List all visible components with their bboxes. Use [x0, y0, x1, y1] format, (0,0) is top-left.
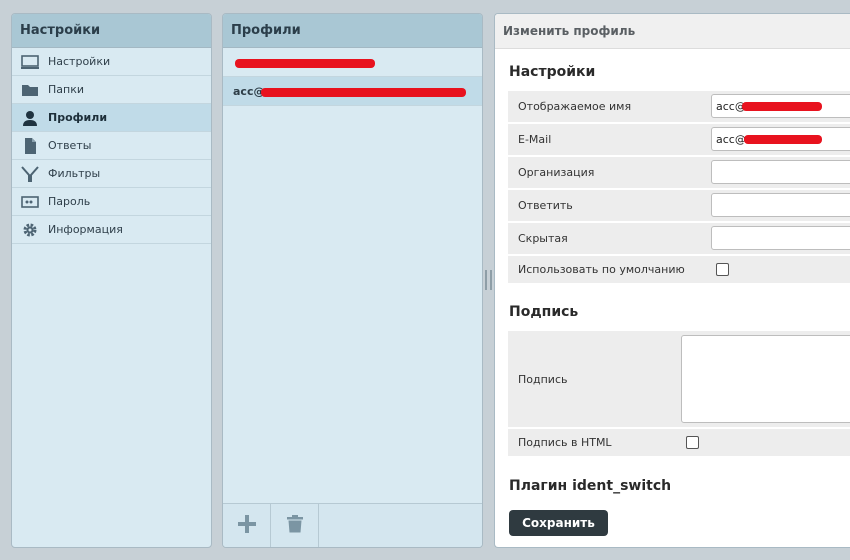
- organization-input[interactable]: [711, 160, 850, 184]
- delete-profile-button[interactable]: [271, 504, 319, 547]
- redaction-mark: [744, 135, 822, 144]
- default-row: Использовать по умолчанию: [508, 256, 850, 283]
- redaction-mark: [235, 59, 375, 68]
- password-icon: [20, 193, 40, 211]
- default-label: Использовать по умолчанию: [518, 263, 685, 276]
- nav-item-label: Профили: [48, 111, 108, 124]
- signature-textarea[interactable]: [681, 335, 850, 423]
- email-value: acc@: [716, 132, 746, 146]
- display-name-row: Отображаемое имя acc@: [508, 91, 850, 122]
- edit-profile-panel: Изменить профиль Настройки Отображаемое …: [494, 13, 850, 548]
- organization-label: Организация: [518, 166, 595, 179]
- nav-item-label: Папки: [48, 83, 84, 96]
- nav-item-folders[interactable]: Папки: [12, 76, 211, 104]
- profile-item[interactable]: [223, 48, 482, 77]
- computer-icon: [20, 53, 40, 71]
- plus-icon: [237, 515, 256, 537]
- nav-item-label: Ответы: [48, 139, 92, 152]
- bcc-row: Скрытая: [508, 223, 850, 254]
- display-name-input[interactable]: acc@: [711, 94, 850, 118]
- nav-item-label: Информация: [48, 223, 123, 236]
- nav-item-label: Пароль: [48, 195, 91, 208]
- document-icon: [20, 137, 40, 155]
- settings-nav-list: Настройки Папки Профили Ответы Фильтры П…: [12, 48, 211, 244]
- signature-row: Подпись: [508, 331, 850, 427]
- settings-panel-title: Настройки: [12, 14, 211, 48]
- html-signature-checkbox[interactable]: [686, 436, 699, 449]
- plugin-section-title: Плагин ident_switch: [509, 478, 672, 494]
- redaction-mark: [261, 88, 466, 97]
- email-label: E-Mail: [518, 133, 552, 146]
- edit-panel-title: Изменить профиль: [495, 14, 850, 49]
- signature-label: Подпись: [518, 372, 568, 386]
- profiles-toolbar: [223, 503, 482, 547]
- default-checkbox[interactable]: [716, 263, 729, 276]
- nav-item-profiles[interactable]: Профили: [12, 104, 211, 132]
- panel-splitter[interactable]: [485, 270, 492, 290]
- html-signature-label: Подпись в HTML: [518, 436, 612, 449]
- profile-item[interactable]: acc@: [223, 77, 482, 106]
- trash-icon: [286, 515, 303, 537]
- gear-icon: [20, 221, 40, 239]
- redaction-mark: [742, 102, 822, 111]
- nav-item-settings[interactable]: Настройки: [12, 48, 211, 76]
- profiles-panel-title: Профили: [223, 14, 482, 48]
- bcc-input[interactable]: [711, 226, 850, 250]
- nav-item-password[interactable]: Пароль: [12, 188, 211, 216]
- settings-panel: Настройки Настройки Папки Профили Ответы: [11, 13, 212, 548]
- reply-to-label: Ответить: [518, 199, 573, 212]
- html-signature-row: Подпись в HTML: [508, 429, 850, 456]
- email-row: E-Mail acc@: [508, 124, 850, 155]
- nav-item-filters[interactable]: Фильтры: [12, 160, 211, 188]
- settings-section-title: Настройки: [509, 64, 596, 80]
- nav-item-info[interactable]: Информация: [12, 216, 211, 244]
- reply-to-row: Ответить: [508, 190, 850, 221]
- folder-icon: [20, 81, 40, 99]
- nav-item-label: Фильтры: [48, 167, 101, 180]
- profile-label: acc@: [233, 84, 265, 98]
- user-icon: [20, 109, 40, 127]
- organization-row: Организация: [508, 157, 850, 188]
- reply-to-input[interactable]: [711, 193, 850, 217]
- display-name-label: Отображаемое имя: [518, 100, 632, 113]
- profiles-panel: Профили acc@: [222, 13, 483, 548]
- filter-icon: [20, 165, 40, 183]
- save-button[interactable]: Сохранить: [509, 510, 608, 536]
- nav-item-label: Настройки: [48, 55, 111, 68]
- signature-section-title: Подпись: [509, 304, 579, 320]
- email-input[interactable]: acc@: [711, 127, 850, 151]
- add-profile-button[interactable]: [223, 504, 271, 547]
- bcc-label: Скрытая: [518, 232, 568, 245]
- nav-item-responses[interactable]: Ответы: [12, 132, 211, 160]
